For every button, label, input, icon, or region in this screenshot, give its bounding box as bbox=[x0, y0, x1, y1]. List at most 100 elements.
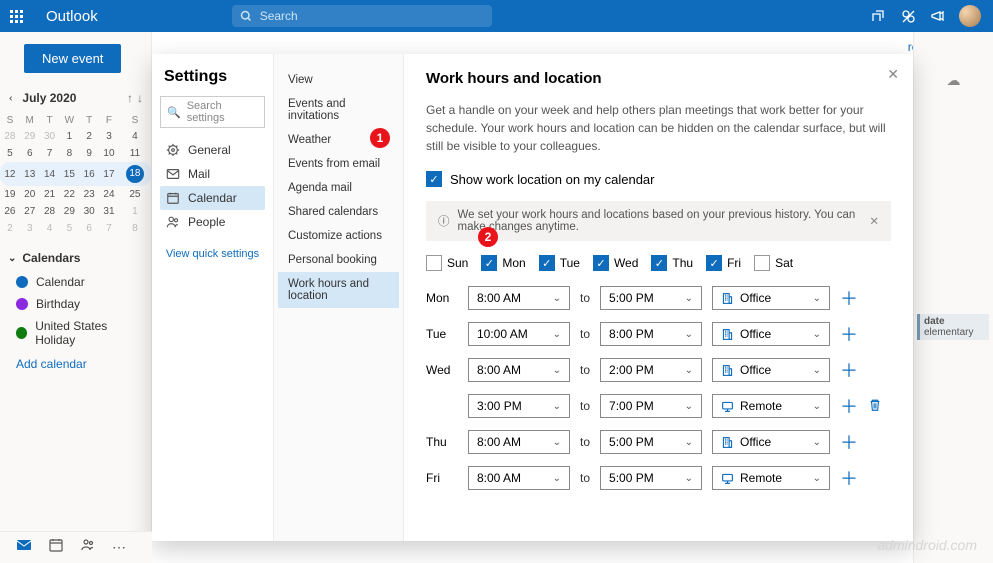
start-time-select[interactable]: 8:00 AM⌄ bbox=[468, 430, 570, 454]
nav-calendar[interactable]: Calendar bbox=[160, 186, 265, 210]
calendar-sidebar: New event ⌄ July 2020 ↑ ↓ SMTWTFS 2829301… bbox=[0, 32, 152, 563]
location-select[interactable]: Office⌄ bbox=[712, 286, 830, 310]
hours-row: 3:00 PM⌄to7:00 PM⌄Remote⌄＋ bbox=[426, 393, 891, 419]
subnav-item[interactable]: View bbox=[278, 68, 399, 92]
nav-mail[interactable]: Mail bbox=[160, 162, 265, 186]
show-location-checkbox[interactable]: ✓ Show work location on my calendar bbox=[426, 171, 891, 187]
day-label: Fri bbox=[426, 471, 458, 485]
color-dot bbox=[16, 327, 27, 339]
hours-row: Wed8:00 AM⌄to2:00 PM⌄Office⌄＋ bbox=[426, 357, 891, 383]
calendar-item[interactable]: Calendar bbox=[0, 271, 151, 293]
watermark: admindroid.com bbox=[877, 537, 977, 553]
checkbox-icon: ✓ bbox=[593, 255, 609, 271]
end-time-select[interactable]: 2:00 PM⌄ bbox=[600, 358, 702, 382]
start-time-select[interactable]: 8:00 AM⌄ bbox=[468, 286, 570, 310]
end-time-select[interactable]: 5:00 PM⌄ bbox=[600, 286, 702, 310]
notifications-icon[interactable] bbox=[899, 7, 917, 25]
quick-settings-link[interactable]: View quick settings bbox=[160, 248, 265, 260]
add-slot-icon[interactable]: ＋ bbox=[840, 429, 858, 455]
end-time-select[interactable]: 5:00 PM⌄ bbox=[600, 430, 702, 454]
pane-description: Get a handle on your week and help other… bbox=[426, 101, 891, 155]
dismiss-banner-icon[interactable]: ✕ bbox=[869, 214, 879, 228]
outlook-topbar: Outlook Search bbox=[0, 0, 993, 32]
subnav-item[interactable]: Events from email bbox=[278, 152, 399, 176]
bottom-nav: ⋯ bbox=[0, 531, 152, 563]
megaphone-icon[interactable] bbox=[929, 7, 947, 25]
new-event-button[interactable]: New event bbox=[24, 44, 121, 73]
day-label: Thu bbox=[426, 435, 458, 449]
subnav-item[interactable]: Shared calendars bbox=[278, 200, 399, 224]
month-label: July 2020 bbox=[22, 91, 76, 105]
day-checkbox-fri[interactable]: ✓Fri bbox=[706, 255, 741, 271]
subnav-item[interactable]: Agenda mail bbox=[278, 176, 399, 200]
color-dot bbox=[16, 298, 28, 310]
add-slot-icon[interactable]: ＋ bbox=[840, 357, 858, 383]
day-checkbox-wed[interactable]: ✓Wed bbox=[593, 255, 638, 271]
hours-row: Mon8:00 AM⌄to5:00 PM⌄Office⌄＋ bbox=[426, 285, 891, 311]
calendar-icon[interactable] bbox=[48, 537, 64, 558]
brand-label: Outlook bbox=[32, 8, 112, 25]
day-checkbox-sun[interactable]: Sun bbox=[426, 255, 468, 271]
checkbox-icon: ✓ bbox=[481, 255, 497, 271]
start-time-select[interactable]: 3:00 PM⌄ bbox=[468, 394, 570, 418]
subnav-item[interactable]: Work hours and location bbox=[278, 272, 399, 308]
end-time-select[interactable]: 7:00 PM⌄ bbox=[600, 394, 702, 418]
close-icon[interactable]: ✕ bbox=[887, 66, 899, 83]
location-select[interactable]: Office⌄ bbox=[712, 430, 830, 454]
start-time-select[interactable]: 8:00 AM⌄ bbox=[468, 358, 570, 382]
checkbox-icon: ✓ bbox=[539, 255, 555, 271]
location-select[interactable]: Remote⌄ bbox=[712, 466, 830, 490]
checkbox-icon bbox=[426, 255, 442, 271]
subnav-item[interactable]: Personal booking bbox=[278, 248, 399, 272]
hours-row: Tue10:00 AM⌄to8:00 PM⌄Office⌄＋ bbox=[426, 321, 891, 347]
event-preview[interactable]: date elementary bbox=[917, 314, 989, 340]
delete-slot-icon[interactable] bbox=[868, 398, 882, 415]
start-time-select[interactable]: 10:00 AM⌄ bbox=[468, 322, 570, 346]
add-slot-icon[interactable]: ＋ bbox=[840, 393, 858, 419]
teams-icon[interactable] bbox=[869, 7, 887, 25]
mail-icon[interactable] bbox=[16, 537, 32, 558]
location-select[interactable]: Remote⌄ bbox=[712, 394, 830, 418]
day-label: Wed bbox=[426, 363, 458, 377]
nav-people[interactable]: People bbox=[160, 210, 265, 234]
nav-general[interactable]: General bbox=[160, 138, 265, 162]
people-icon bbox=[166, 215, 180, 229]
day-label: Mon bbox=[426, 291, 458, 305]
day-checkbox-tue[interactable]: ✓Tue bbox=[539, 255, 580, 271]
end-time-select[interactable]: 5:00 PM⌄ bbox=[600, 466, 702, 490]
general-icon bbox=[166, 143, 180, 157]
office-icon bbox=[721, 328, 734, 341]
add-calendar-link[interactable]: Add calendar bbox=[0, 351, 151, 377]
calendar-item[interactable]: United States Holiday bbox=[0, 315, 151, 351]
location-select[interactable]: Office⌄ bbox=[712, 322, 830, 346]
prev-month-icon[interactable]: ↑ bbox=[127, 91, 133, 105]
day-checkbox-thu[interactable]: ✓Thu bbox=[651, 255, 693, 271]
day-checkbox-mon[interactable]: ✓Mon bbox=[481, 255, 525, 271]
chevron-down-icon[interactable]: ⌄ bbox=[7, 94, 18, 102]
settings-left-nav: Settings 🔍 Search settings GeneralMailCa… bbox=[152, 54, 274, 541]
add-slot-icon[interactable]: ＋ bbox=[840, 285, 858, 311]
checkbox-icon: ✓ bbox=[426, 171, 442, 187]
office-icon bbox=[721, 364, 734, 377]
add-slot-icon[interactable]: ＋ bbox=[840, 465, 858, 491]
calendars-header[interactable]: ⌄ Calendars bbox=[0, 237, 151, 271]
avatar[interactable] bbox=[959, 5, 981, 27]
search-input[interactable]: Search bbox=[232, 5, 492, 27]
remote-icon bbox=[721, 400, 734, 413]
subnav-item[interactable]: Events and invitations bbox=[278, 92, 399, 128]
people-icon[interactable] bbox=[80, 537, 96, 558]
calendar-item[interactable]: Birthday bbox=[0, 293, 151, 315]
add-slot-icon[interactable]: ＋ bbox=[840, 321, 858, 347]
settings-detail-pane: ✕ Work hours and location Get a handle o… bbox=[404, 54, 913, 541]
mini-calendar[interactable]: SMTWTFS 28293012345678910111213141516171… bbox=[0, 113, 151, 237]
day-checkbox-sat[interactable]: Sat bbox=[754, 255, 793, 271]
subnav-item[interactable]: Customize actions bbox=[278, 224, 399, 248]
settings-search-input[interactable]: 🔍 Search settings bbox=[160, 96, 265, 128]
location-select[interactable]: Office⌄ bbox=[712, 358, 830, 382]
start-time-select[interactable]: 8:00 AM⌄ bbox=[468, 466, 570, 490]
settings-sub-nav: ViewEvents and invitationsWeatherEvents … bbox=[274, 54, 404, 541]
next-month-icon[interactable]: ↓ bbox=[137, 91, 143, 105]
end-time-select[interactable]: 8:00 PM⌄ bbox=[600, 322, 702, 346]
app-launcher-icon[interactable] bbox=[0, 0, 32, 32]
more-icon[interactable]: ⋯ bbox=[112, 539, 126, 556]
